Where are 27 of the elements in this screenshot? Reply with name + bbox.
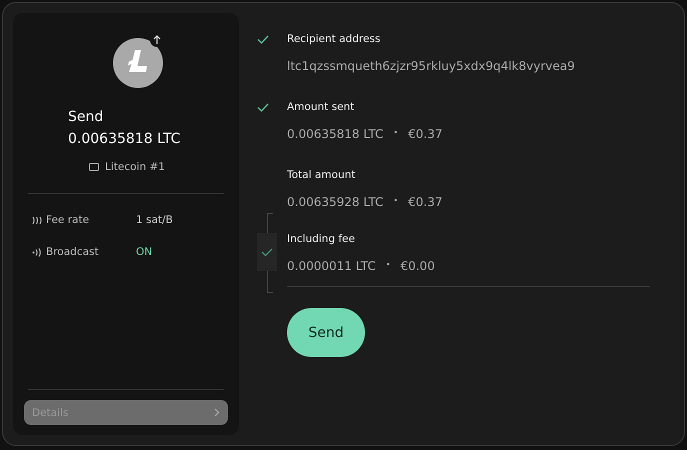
chevron-right-icon (214, 408, 220, 417)
detail-value: 1 sat/B (136, 214, 173, 226)
separator-dot: • (393, 128, 398, 137)
fiat-amount: €0.00 (400, 259, 435, 273)
crypto-amount: 0.00635928 LTC (287, 195, 384, 209)
folder-icon (89, 163, 99, 171)
step-label: Recipient address (287, 33, 380, 45)
crypto-amount: 0.0000011 LTC (287, 259, 376, 273)
fiat-amount: €0.37 (408, 127, 442, 141)
litecoin-icon (112, 37, 164, 89)
detail-label: Broadcast (46, 246, 100, 258)
crypto-amount: 0.00635818 LTC (287, 127, 384, 141)
total-label: Including fee (287, 233, 356, 245)
total-label: Total amount (287, 169, 356, 181)
separator-dot: • (386, 260, 390, 269)
fiat-amount: €0.37 (408, 195, 442, 209)
separator-dot: • (393, 196, 398, 205)
detail-label: Fee rate (46, 214, 90, 226)
detail-value: ON (136, 246, 152, 258)
send-amount: 0.00635818 LTC (68, 131, 182, 147)
recipient-address: ltc1qzssmqueth6zjzr95rkluy5xdx9q4lk8vyrvea9 (287, 59, 576, 73)
fee-icon (32, 216, 42, 224)
broadcast-icon (32, 248, 42, 256)
step-label: Amount sent (287, 101, 354, 113)
account-name: Litecoin #1 (105, 161, 165, 173)
send-title: Send (68, 109, 104, 125)
send-button[interactable]: Send (287, 308, 365, 357)
